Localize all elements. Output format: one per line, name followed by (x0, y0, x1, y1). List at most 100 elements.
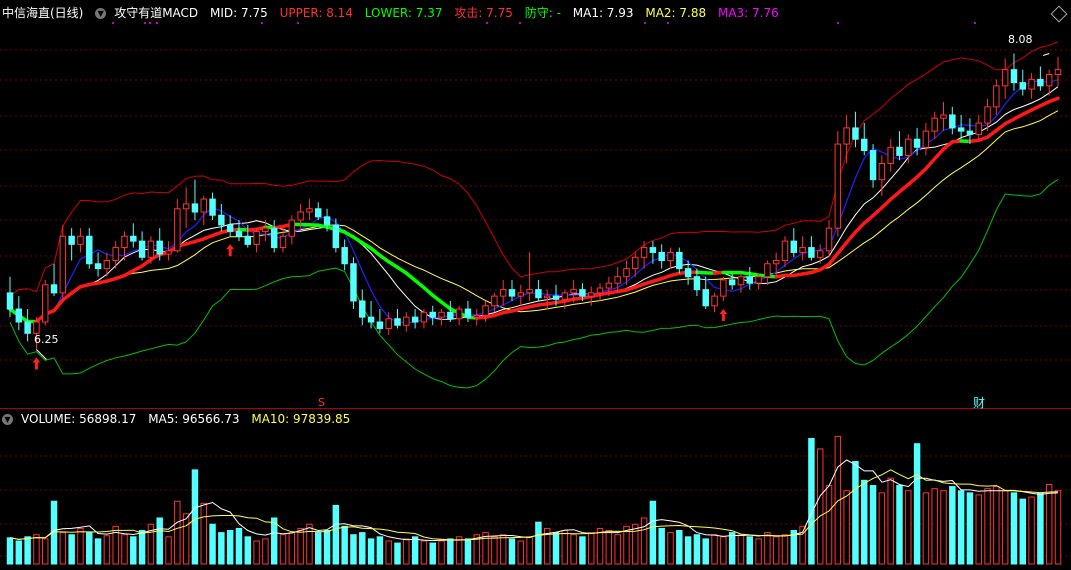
volume-bar (967, 493, 972, 564)
volume-bar (509, 539, 514, 564)
volume-bar (351, 535, 356, 564)
volume-bar (888, 478, 893, 564)
volume-bar (677, 531, 682, 564)
volume-bar (879, 493, 884, 564)
candle-body (668, 252, 673, 260)
volume-bar (826, 486, 831, 564)
candle-body (148, 241, 153, 257)
volume-bar (368, 539, 373, 564)
volume-bar (897, 486, 902, 564)
volume-bar (210, 524, 215, 564)
volume-bar (201, 503, 206, 564)
event-dot (837, 22, 839, 24)
candle-body (685, 269, 690, 277)
volume-bar (236, 528, 241, 564)
finance-marker[interactable]: 财 (973, 394, 985, 411)
attack-value: 攻击: 7.75 (454, 6, 513, 20)
candle-body (650, 248, 655, 253)
candle-body (316, 209, 321, 217)
candle-body (932, 118, 937, 131)
volume-bar (175, 501, 180, 564)
buy-arrow-icon (226, 244, 234, 256)
volume-bar (1020, 499, 1025, 564)
stock-name[interactable]: 中信海直(日线) (2, 6, 83, 20)
volume-bar (641, 518, 646, 564)
volume-bar (122, 535, 127, 564)
volume-bar (439, 541, 444, 564)
low-pointer (36, 349, 46, 359)
volume-bar (571, 535, 576, 564)
volume-value: VOLUME: 56898.17 (21, 412, 136, 426)
candle-body (456, 309, 461, 319)
candle-body (870, 151, 875, 180)
volume-bar (333, 505, 338, 564)
volume-bar (536, 522, 541, 564)
candle-body (500, 290, 505, 296)
volume-bar (307, 524, 312, 564)
candle-body (897, 147, 902, 155)
candle-body (131, 236, 136, 241)
volume-bar (527, 537, 532, 564)
candle-body (465, 309, 470, 317)
volume-bar (25, 537, 30, 564)
volume-bar (844, 491, 849, 564)
volume-bar (227, 531, 232, 564)
candle-body (1011, 70, 1016, 83)
candle-body (448, 312, 453, 318)
volume-bar (1002, 491, 1007, 564)
candle-body (862, 139, 867, 150)
candle-body (210, 199, 215, 215)
candle-body (888, 147, 893, 163)
candle-body (25, 322, 30, 333)
volume-bar (659, 528, 664, 564)
volume-bar (192, 470, 197, 564)
candle-body (941, 115, 946, 118)
volume-bar (1046, 484, 1051, 564)
candle-body (271, 228, 276, 247)
buy-arrow-icon (32, 357, 40, 369)
candle-body (879, 163, 884, 179)
volume-bar (87, 533, 92, 564)
volume-bar (809, 438, 814, 564)
candle-body (747, 277, 752, 283)
volume-bar (316, 533, 321, 564)
ma2-value: MA2: 7.88 (645, 6, 706, 20)
candle-body (756, 277, 761, 283)
volume-bar (1055, 491, 1060, 564)
candle-body (615, 277, 620, 283)
s-marker[interactable]: S (318, 396, 325, 409)
volume-bar (104, 536, 109, 564)
candle-body (69, 236, 74, 244)
volume-ma5-value: MA5: 96566.73 (148, 412, 239, 426)
indicator-name[interactable]: 攻守有道MACD (114, 6, 198, 20)
event-dot (974, 22, 976, 24)
candle-body (254, 231, 259, 244)
volume-bar (16, 541, 21, 564)
candle-body (183, 204, 188, 209)
candle-body (773, 261, 778, 264)
indicator-settings-icon[interactable]: ▼ (95, 8, 106, 19)
candle-body (227, 225, 232, 231)
candle-body (906, 139, 911, 155)
volume-bar (139, 531, 144, 564)
ma1-value: MA1: 7.93 (573, 6, 634, 20)
mid-value: MID: 7.75 (210, 6, 268, 20)
volume-bar (580, 537, 585, 564)
candle-body (386, 319, 391, 329)
candle-body (589, 293, 594, 296)
volume-bar (562, 531, 567, 564)
volume-bar (941, 491, 946, 564)
candle-body (817, 251, 822, 257)
candle-body (307, 209, 312, 212)
candle-body (377, 322, 382, 328)
ma3-value: MA3: 7.76 (718, 6, 779, 20)
candle-body (844, 128, 849, 144)
candle-body (1020, 83, 1025, 89)
candle-body (923, 131, 928, 147)
candle-body (738, 277, 743, 285)
candle-body (633, 257, 638, 268)
lower-band-line (10, 179, 1058, 388)
volume-settings-icon[interactable]: ▼ (2, 414, 13, 425)
candle-body (914, 139, 919, 147)
candle-body (553, 296, 558, 299)
